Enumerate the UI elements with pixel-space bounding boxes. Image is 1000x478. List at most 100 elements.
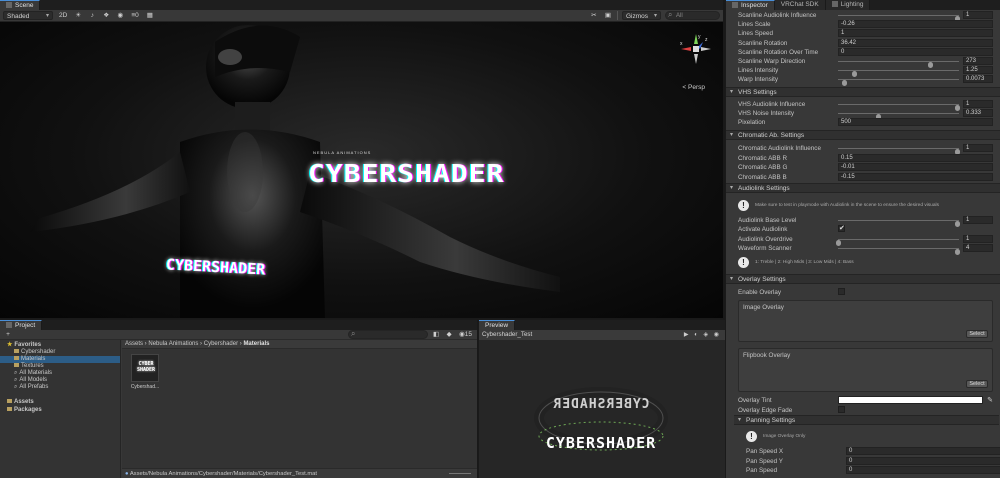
audiolink-base-level-slider[interactable] — [838, 220, 960, 227]
tree-item-textures[interactable]: Textures — [0, 363, 120, 370]
tab-inspector[interactable]: Inspector — [726, 0, 775, 10]
lighting-toggle-icon[interactable]: ☀ — [73, 11, 83, 20]
audio-toggle-icon[interactable]: ♪ — [87, 11, 97, 20]
vhs-noise-intensity-slider[interactable] — [838, 113, 959, 121]
chromatic-audiolink-influence-slider[interactable] — [838, 148, 960, 155]
slider-handle[interactable] — [954, 248, 960, 255]
scene-count-badge[interactable]: ≡0 — [129, 11, 140, 20]
overlay-edge-fade-checkbox[interactable] — [838, 406, 845, 413]
tab-project[interactable]: Project — [0, 320, 43, 330]
tree-item-label: All Materials — [19, 370, 53, 376]
lines-intensity-value[interactable]: 1.25 — [963, 66, 993, 75]
scanline-audiolink-influence-slider[interactable] — [838, 15, 960, 22]
lines-scale-field[interactable]: -0.26 — [838, 20, 993, 29]
breadcrumb-item[interactable]: Assets — [125, 341, 143, 347]
activate-audiolink-checkbox[interactable]: ✔ — [838, 225, 845, 233]
vhs-noise-intensity-value[interactable]: 0.333 — [963, 109, 993, 118]
vhs-audiolink-influence-slider[interactable] — [838, 104, 960, 111]
camera-icon[interactable]: ▣ — [603, 11, 613, 20]
tab-scene[interactable]: Scene — [0, 0, 41, 10]
scene-viewport[interactable]: NEBULA ANIMATIONS CYBERSHADER CYBERSHADE… — [0, 22, 723, 318]
section-panning-settings[interactable]: Panning Settings — [734, 415, 999, 425]
pixelation-field[interactable]: 500 — [838, 118, 993, 127]
overlay-edge-fade-row: Overlay Edge Fade — [738, 406, 993, 415]
thumbnail-size-slider[interactable] — [449, 473, 471, 474]
project-search-input[interactable] — [347, 330, 428, 339]
scanline-audiolink-influence-value[interactable]: 1 — [963, 11, 993, 19]
chromatic-abb-g-field[interactable]: -0.01 — [838, 163, 993, 171]
section-overlay-settings[interactable]: Overlay Settings — [726, 274, 1000, 284]
lines-intensity-slider[interactable] — [838, 70, 959, 78]
tree-item-materials[interactable]: Materials — [0, 356, 120, 363]
slider-handle[interactable] — [842, 80, 848, 87]
waveform-scanner-value[interactable]: 4 — [963, 243, 993, 252]
tree-item-cybershader[interactable]: Cybershader — [0, 349, 120, 356]
chromatic-audiolink-influence-value[interactable]: 1 — [963, 144, 993, 152]
scene-orientation-gizmo[interactable]: y x z — [679, 32, 713, 66]
effects-toggle-icon[interactable]: ❖ — [101, 11, 111, 20]
warp-intensity-slider[interactable] — [838, 79, 959, 87]
property-label: Audiolink Base Level — [738, 217, 797, 224]
section-chromatic-settings[interactable]: Chromatic Ab. Settings — [726, 130, 1000, 140]
filter-label-icon[interactable]: ◆ — [444, 330, 454, 339]
vhs-audiolink-influence-value[interactable]: 1 — [963, 100, 993, 108]
scanline-warp-direction-slider[interactable] — [838, 61, 959, 68]
create-asset-button[interactable]: + — [3, 330, 13, 339]
tree-item-label: Assets — [14, 399, 34, 405]
shading-mode-dropdown[interactable]: Shaded — [3, 11, 53, 21]
scanline-rotation-over-time-field[interactable]: 0 — [838, 47, 993, 56]
projection-toggle[interactable]: < Persp — [682, 84, 705, 91]
tab-vrchat-sdk[interactable]: VRChat SDK — [774, 0, 826, 10]
breadcrumb-item[interactable]: Nebula Animations — [148, 341, 198, 347]
breadcrumb-item[interactable]: Materials — [243, 341, 269, 347]
filter-type-icon[interactable]: ◧ — [431, 330, 441, 339]
tree-item-all-prefabs[interactable]: ⌕ All Prefabs — [0, 384, 120, 391]
material-asset[interactable]: CYBER SHADER Cybershad... — [130, 354, 160, 390]
pan-speed-field[interactable]: 0 — [846, 466, 1000, 474]
gizmos-dropdown[interactable]: Gizmos — [621, 11, 661, 21]
preview-viewport[interactable]: CYBERSHADER CYBERSHADER — [479, 340, 725, 478]
tree-item-all-materials[interactable]: ⌕ All Materials — [0, 370, 120, 377]
tree-item-all-models[interactable]: ⌕ All Models — [0, 377, 120, 384]
eyedropper-icon[interactable]: ✎ — [987, 396, 993, 404]
cyber-logo-big: CYBERSHADER — [308, 158, 505, 189]
enable-overlay-checkbox[interactable] — [838, 288, 845, 295]
scene-search-input[interactable]: All — [665, 11, 720, 20]
tree-item-label: All Prefabs — [19, 384, 49, 390]
pan-speed-y-field[interactable]: 0 — [846, 456, 1000, 465]
hidden-objects-icon[interactable]: ◉ — [115, 11, 125, 20]
section-vhs-settings[interactable]: VHS Settings — [726, 87, 1000, 97]
tree-item-assets[interactable]: Assets — [0, 399, 120, 406]
grid-toggle-icon[interactable]: ▦ — [145, 11, 155, 20]
audiolink-overdrive-slider[interactable] — [836, 238, 959, 246]
audiolink-overdrive-value[interactable]: 1 — [963, 234, 993, 243]
chromatic-abb-r-field[interactable]: 0.15 — [838, 153, 993, 162]
audiolink-base-level-value[interactable]: 1 — [963, 216, 993, 224]
warp-intensity-value[interactable]: 0.0073 — [963, 75, 993, 84]
chromatic-abb-b-field[interactable]: -0.15 — [838, 172, 993, 181]
project-status-bar: ● Assets/Nebula Animations/Cybershader/M… — [122, 468, 477, 478]
flipbook-overlay-field[interactable]: Flipbook Overlay Select — [738, 348, 993, 392]
waveform-scanner-slider[interactable] — [838, 247, 960, 255]
scanline-rotation-field[interactable]: 36.42 — [838, 38, 993, 47]
breadcrumb-item[interactable]: Cybershader — [204, 341, 238, 347]
flipbook-overlay-select-button[interactable]: Select — [966, 380, 988, 388]
pan-speed-x-field[interactable]: 0 — [846, 447, 1000, 455]
gizmo-y-label: y — [698, 34, 701, 40]
tools-icon[interactable]: ✂ — [589, 11, 599, 20]
image-overlay-select-button[interactable]: Select — [966, 330, 988, 338]
preview-controls[interactable]: ▶ ◐ ◈ ◉ — [684, 330, 721, 340]
overlay-tint-color-field[interactable] — [838, 396, 983, 404]
tree-item-packages[interactable]: Packages — [0, 407, 120, 414]
image-overlay-field[interactable]: Image Overlay Select — [738, 300, 993, 342]
toggle-2d-button[interactable]: 2D — [57, 11, 69, 20]
tab-lighting[interactable]: Lighting — [825, 0, 871, 10]
scanline-warp-direction-value[interactable]: 273 — [963, 57, 993, 65]
hidden-packages-badge[interactable]: ◉15 — [457, 330, 474, 339]
tab-preview[interactable]: Preview — [479, 320, 516, 330]
chromatic-abb-b-row: Chromatic ABB B -0.15 — [738, 172, 993, 182]
section-audiolink-settings[interactable]: Audiolink Settings — [726, 183, 1000, 193]
tree-item-label: All Models — [19, 377, 48, 383]
tree-item-favorites[interactable]: ★ Favorites — [0, 342, 120, 349]
lines-speed-field[interactable]: 1 — [838, 29, 993, 38]
